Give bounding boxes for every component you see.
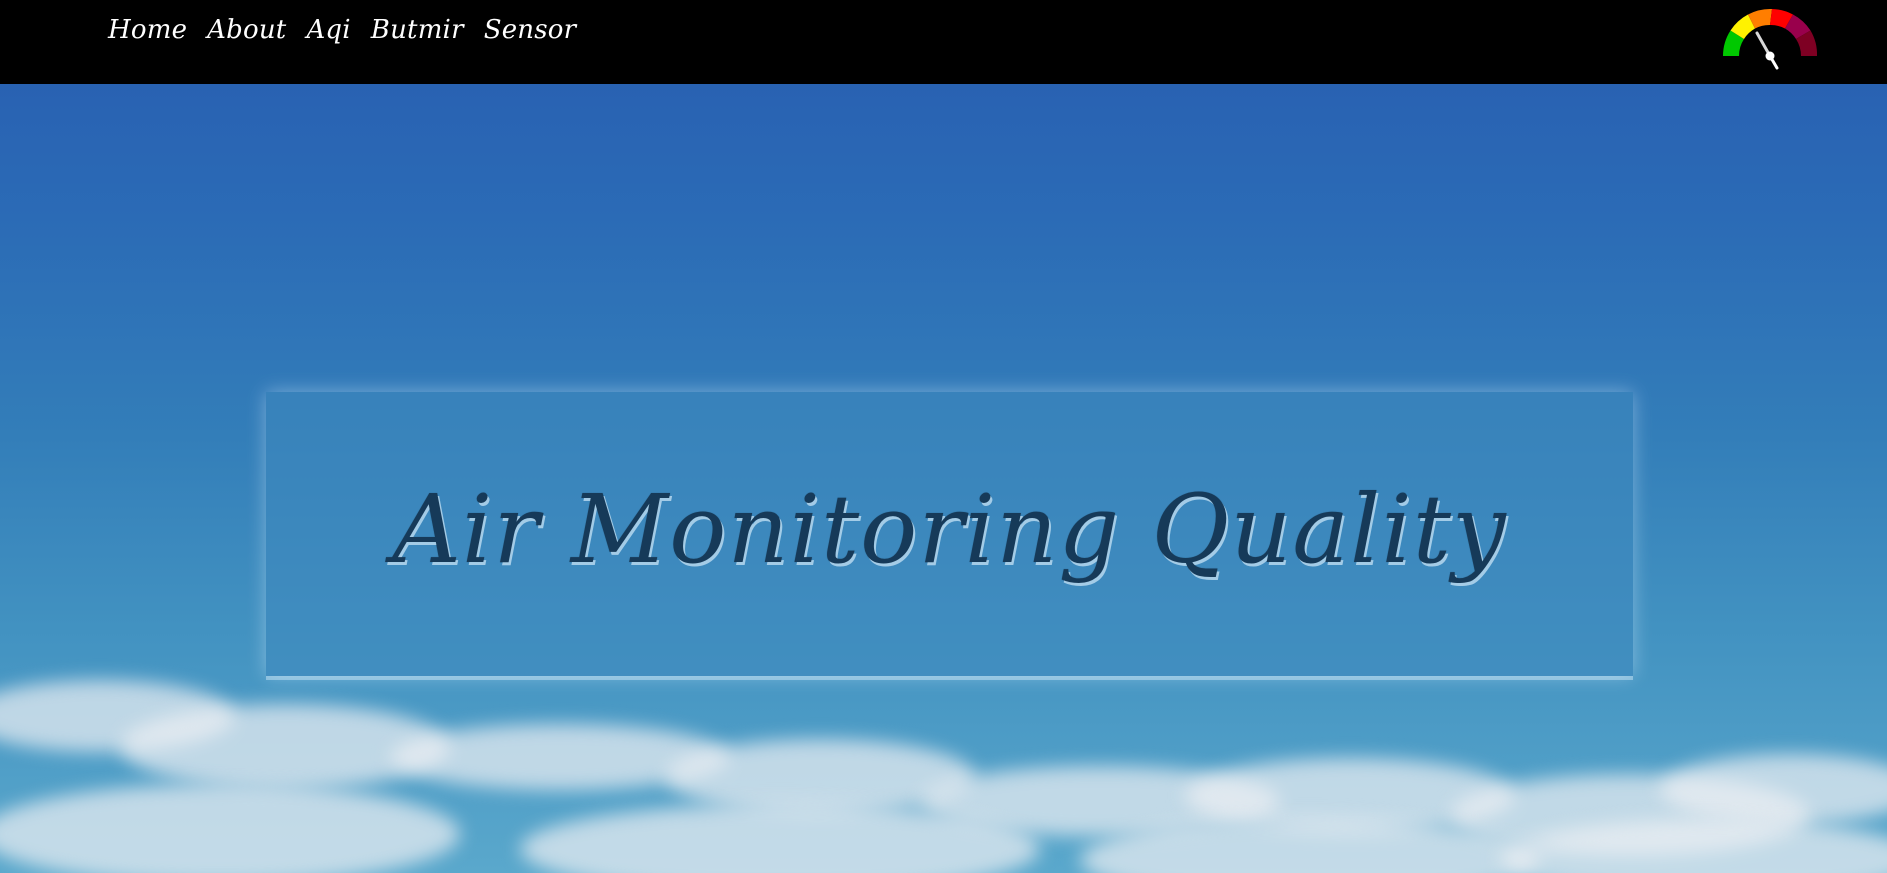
nav-link-about[interactable]: About [207, 17, 286, 43]
hero-title-panel: Air Monitoring Quality [266, 392, 1633, 680]
air-quality-gauge-icon[interactable] [1721, 8, 1819, 74]
page-title: Air Monitoring Quality [392, 474, 1507, 585]
nav-link-home[interactable]: Home [108, 17, 187, 43]
top-navigation-bar: Home About Aqi Butmir Sensor [0, 0, 1887, 84]
nav-link-aqi[interactable]: Aqi [306, 17, 350, 43]
page: Home About Aqi Butmir Sensor Air Monitor… [0, 0, 1887, 873]
gauge-segments [1723, 8, 1818, 56]
gauge-hub-icon [1765, 51, 1775, 61]
cloud-image-part [0, 784, 460, 873]
navigation-links: Home About Aqi Butmir Sensor [108, 17, 576, 43]
nav-link-butmir[interactable]: Butmir [371, 17, 464, 43]
nav-link-sensor[interactable]: Sensor [484, 17, 577, 43]
